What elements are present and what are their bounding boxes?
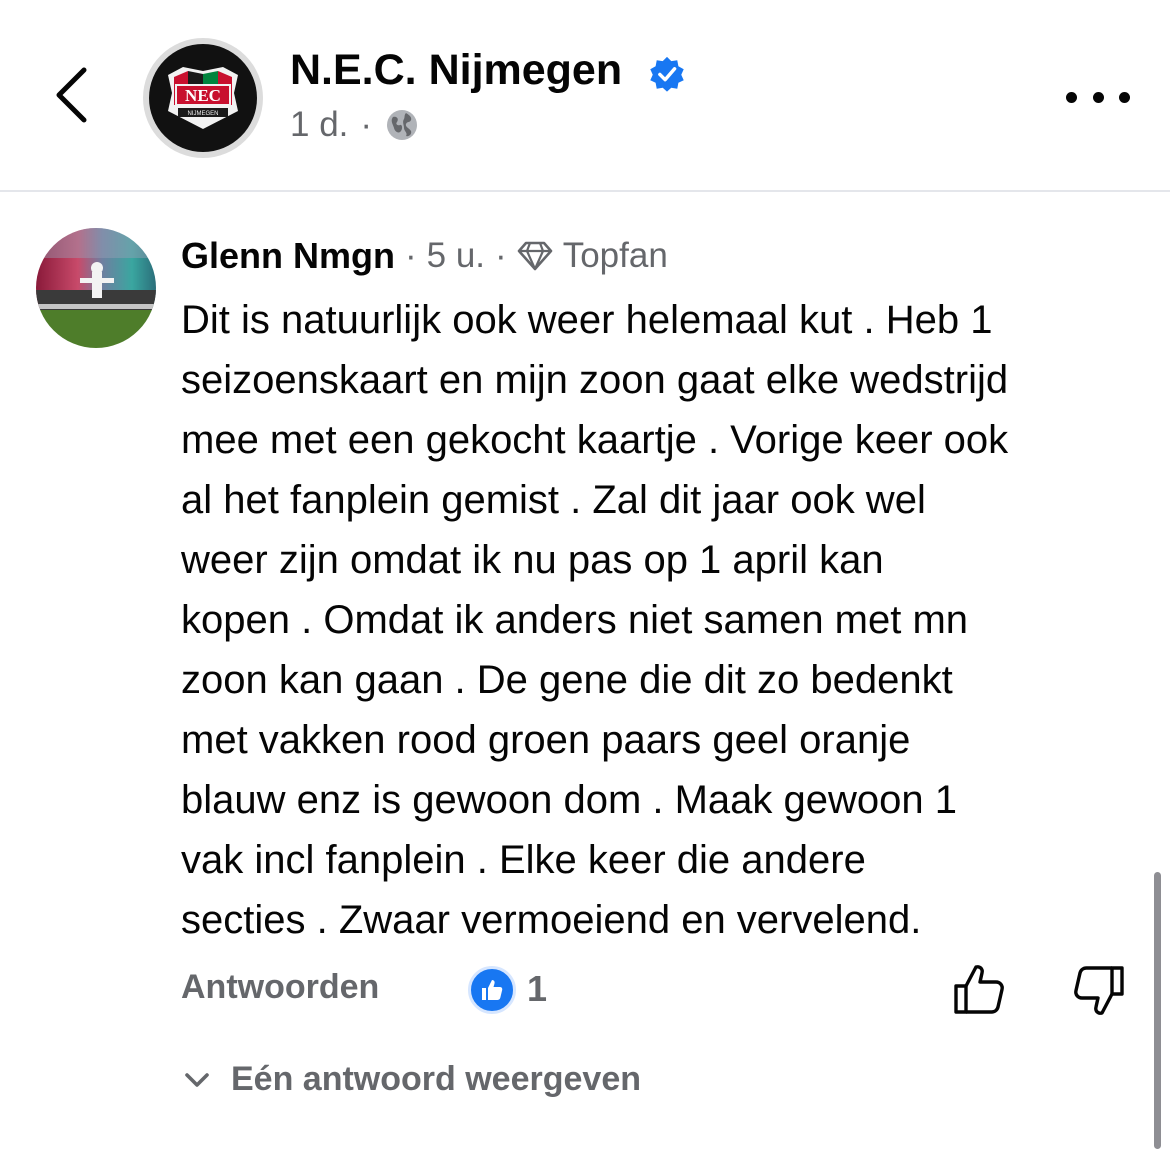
thumbs-down-icon[interactable]: [1071, 964, 1127, 1018]
meta-separator: ·: [360, 105, 373, 144]
comment-actions: Antwoorden 1: [181, 962, 1141, 1016]
logo-text: NEC: [185, 86, 221, 105]
comment-header: Glenn Nmgn · 5 u. · Topfan: [181, 235, 668, 277]
comment-line: vak incl fanplein . Elke keer die andere: [181, 838, 866, 882]
chevron-down-icon: [185, 1072, 209, 1087]
comment-line: mee met een gekocht kaartje . Vorige kee…: [181, 418, 1009, 462]
page-name[interactable]: N.E.C. Nijmegen: [290, 46, 622, 95]
more-icon: [1066, 91, 1077, 103]
topfan-badge: Topfan: [562, 236, 668, 275]
comment-time[interactable]: 5 u.: [427, 236, 485, 276]
page-avatar[interactable]: NEC NIJMEGEN: [143, 38, 263, 158]
comment-avatar[interactable]: [36, 228, 156, 348]
post-header: NEC NIJMEGEN N.E.C. Nijmegen 1 d. ·: [0, 0, 1170, 191]
nec-logo: NEC NIJMEGEN: [168, 67, 238, 129]
meta-separator: ·: [495, 236, 507, 275]
thumbs-up-icon[interactable]: [951, 962, 1007, 1016]
post-meta: 1 d. ·: [290, 105, 420, 145]
comment-line: blauw enz is gewoon dom . Maak gewoon 1: [181, 778, 958, 822]
view-replies-label: Eén antwoord weergeven: [231, 1060, 641, 1098]
meta-separator: ·: [405, 236, 417, 275]
header-divider: [0, 190, 1170, 192]
avatar-image: [36, 228, 156, 348]
author-name[interactable]: Glenn Nmgn: [181, 235, 395, 277]
like-reaction-icon[interactable]: [468, 966, 516, 1014]
scrollbar[interactable]: [1154, 872, 1161, 1149]
comment-line: secties . Zwaar vermoeiend en vervelend.: [181, 898, 922, 942]
comment-line: seizoenskaart en mijn zoon gaat elke wed…: [181, 358, 1009, 402]
like-count[interactable]: 1: [527, 968, 547, 1010]
back-icon: [56, 67, 87, 123]
comment-line: kopen . Omdat ik anders niet samen met m…: [181, 598, 969, 642]
back-button[interactable]: [44, 62, 98, 128]
logo-subtext: NIJMEGEN: [187, 111, 218, 117]
diamond-icon: [517, 241, 553, 271]
comment-line: weer zijn omdat ik nu pas op 1 april kan: [181, 538, 884, 582]
globe-icon: [387, 110, 418, 140]
comment-text: Dit is natuurlijk ook weer helemaal kut …: [181, 290, 1151, 950]
reply-button[interactable]: Antwoorden: [181, 968, 379, 1007]
view-replies-button[interactable]: Eén antwoord weergeven: [181, 1060, 641, 1099]
comment-line: zoon kan gaan . De gene die dit zo beden…: [181, 658, 953, 702]
verified-icon: [650, 56, 684, 92]
comment-line: al het fanplein gemist . Zal dit jaar oo…: [181, 478, 926, 522]
more-options-button[interactable]: [1066, 82, 1130, 112]
post-time: 1 d.: [290, 105, 349, 144]
comment-line: met vakken rood groen paars geel oranje: [181, 718, 911, 762]
comment-line: Dit is natuurlijk ook weer helemaal kut …: [181, 298, 993, 342]
